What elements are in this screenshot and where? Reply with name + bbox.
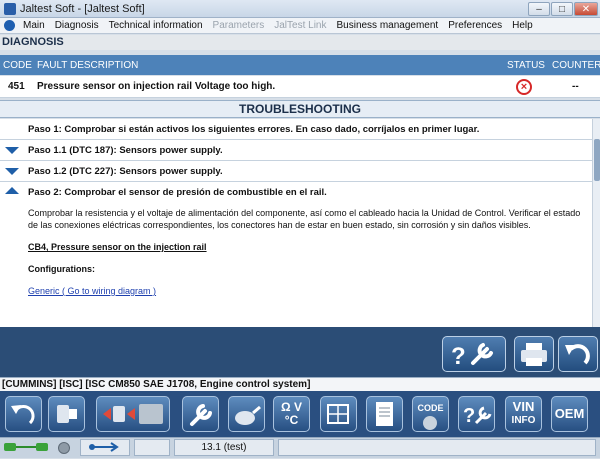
documents-button[interactable]	[366, 396, 403, 432]
version-label: 13.1 (test)	[174, 439, 274, 456]
fault-code: 451	[8, 81, 25, 92]
fault-table-header: CODE FAULT DESCRIPTION STATUS COUNTER	[0, 55, 600, 75]
troubleshooting-panel: Paso 1: Comprobar si están activos los s…	[0, 119, 592, 327]
code-dial-icon	[423, 416, 437, 430]
col-fault-description: FAULT DESCRIPTION	[37, 59, 139, 71]
troubleshooting-scrollbar[interactable]	[592, 119, 600, 327]
wrench-icon	[190, 404, 212, 426]
col-counter: COUNTER	[552, 59, 600, 71]
menu-technical-information[interactable]: Technical information	[104, 20, 208, 31]
menu-parameters[interactable]: Parameters	[208, 20, 270, 31]
menu-jaltest-link[interactable]: JalTest Link	[269, 20, 331, 31]
step-1-2-text: Paso 1.2 (DTC 227): Sensors power supply…	[28, 166, 223, 177]
print-button[interactable]	[514, 336, 554, 372]
menu-app-icon[interactable]	[4, 20, 15, 31]
status-indicator-icon	[58, 442, 70, 454]
menu-preferences[interactable]: Preferences	[443, 20, 507, 31]
measurements-button[interactable]: Ω V °C	[273, 396, 310, 432]
fault-description: Pressure sensor on injection rail Voltag…	[37, 81, 276, 92]
circuit-diagram-icon	[327, 404, 349, 424]
schematic-button[interactable]	[320, 396, 357, 432]
system-identification: [CUMMINS] [ISC] [ISC CM850 SAE J1708, En…	[0, 377, 600, 391]
fluids-button[interactable]	[228, 396, 265, 432]
fault-codes-button[interactable]: CODE	[412, 396, 449, 432]
col-status: STATUS	[507, 59, 545, 71]
back-button[interactable]	[558, 336, 598, 372]
minimize-button[interactable]: –	[528, 2, 550, 16]
step-1-1[interactable]: Paso 1.1 (DTC 187): Sensors power supply…	[0, 140, 592, 161]
diagnosis-title: DIAGNOSIS	[0, 35, 600, 50]
action-area	[0, 327, 600, 377]
help-tools-button[interactable]: ?	[442, 336, 506, 372]
usb-connection	[80, 439, 130, 456]
undo-button[interactable]	[5, 396, 42, 432]
back-arrow-icon	[565, 344, 590, 365]
troubleshooting-title: TROUBLESHOOTING	[0, 100, 600, 118]
connector-button[interactable]	[48, 396, 85, 432]
technical-help-button[interactable]: ?	[458, 396, 495, 432]
usb-icon	[89, 442, 119, 452]
oil-can-icon	[235, 405, 261, 425]
step-1-1-text: Paso 1.1 (DTC 187): Sensors power supply…	[28, 145, 223, 156]
menu-bar: Main Diagnosis Technical information Par…	[0, 18, 600, 34]
vin-label: VIN	[512, 399, 535, 414]
printer-icon	[521, 343, 547, 366]
question-wrench-icon: ?	[463, 405, 492, 427]
info-label: INFO	[511, 415, 536, 426]
scrollbar-thumb[interactable]	[594, 139, 600, 181]
menu-main[interactable]: Main	[18, 20, 50, 31]
expand-arrow-icon[interactable]	[5, 147, 19, 154]
close-window-button[interactable]: ✕	[574, 2, 598, 16]
expand-arrow-icon[interactable]	[5, 168, 19, 175]
oem-button[interactable]: OEM	[551, 396, 588, 432]
step-1-2[interactable]: Paso 1.2 (DTC 227): Sensors power supply…	[0, 161, 592, 182]
status-error-icon: ×	[516, 79, 532, 95]
step-2-detail: Comprobar la resistencia y el voltaje de…	[0, 203, 592, 297]
menu-help[interactable]: Help	[507, 20, 538, 31]
svg-text:?: ?	[451, 343, 466, 370]
celsius-label: °C	[284, 413, 299, 427]
step-1-text: Paso 1: Comprobar si están activos los s…	[28, 124, 480, 135]
configurations-label: Configurations:	[28, 264, 95, 274]
step-2-paragraph: Comprobar la resistencia y el voltaje de…	[28, 208, 581, 230]
svg-text:?: ?	[463, 405, 475, 427]
back-arrow-icon	[11, 404, 35, 425]
fault-counter: --	[572, 81, 579, 92]
col-code: CODE	[3, 59, 32, 71]
code-label: CODE	[417, 403, 444, 413]
step-2-text: Paso 2: Comprobar el sensor de presión d…	[28, 187, 327, 198]
app-logo-icon	[4, 2, 16, 15]
step-2[interactable]: Paso 2: Comprobar el sensor de presión d…	[0, 182, 592, 203]
status-segment-message	[278, 439, 596, 456]
window-title: Jaltest Soft - [Jaltest Soft]	[20, 2, 145, 15]
ecu-communication-button[interactable]	[96, 396, 170, 432]
connector-icon	[57, 405, 77, 423]
status-segment-empty	[134, 439, 170, 456]
question-wrench-icon: ?	[451, 343, 493, 370]
tools-button[interactable]	[182, 396, 219, 432]
menu-business-management[interactable]: Business management	[331, 20, 443, 31]
document-icon	[376, 402, 393, 426]
fault-row[interactable]: 451 Pressure sensor on injection rail Vo…	[0, 76, 600, 98]
ecu-engine-icon	[103, 404, 163, 424]
title-bar: Jaltest Soft - [Jaltest Soft] – □ ✕	[0, 0, 600, 18]
connection-plug-icon	[4, 442, 48, 452]
cb4-component-link[interactable]: CB4, Pressure sensor on the injection ra…	[28, 241, 582, 253]
vin-info-button[interactable]: VIN INFO	[505, 396, 542, 432]
wiring-diagram-link[interactable]: Generic ( Go to wiring diagram )	[28, 285, 582, 297]
collapse-arrow-icon[interactable]	[5, 187, 19, 194]
menu-diagnosis[interactable]: Diagnosis	[50, 20, 104, 31]
maximize-button[interactable]: □	[551, 2, 573, 16]
step-1: Paso 1: Comprobar si están activos los s…	[0, 119, 592, 140]
